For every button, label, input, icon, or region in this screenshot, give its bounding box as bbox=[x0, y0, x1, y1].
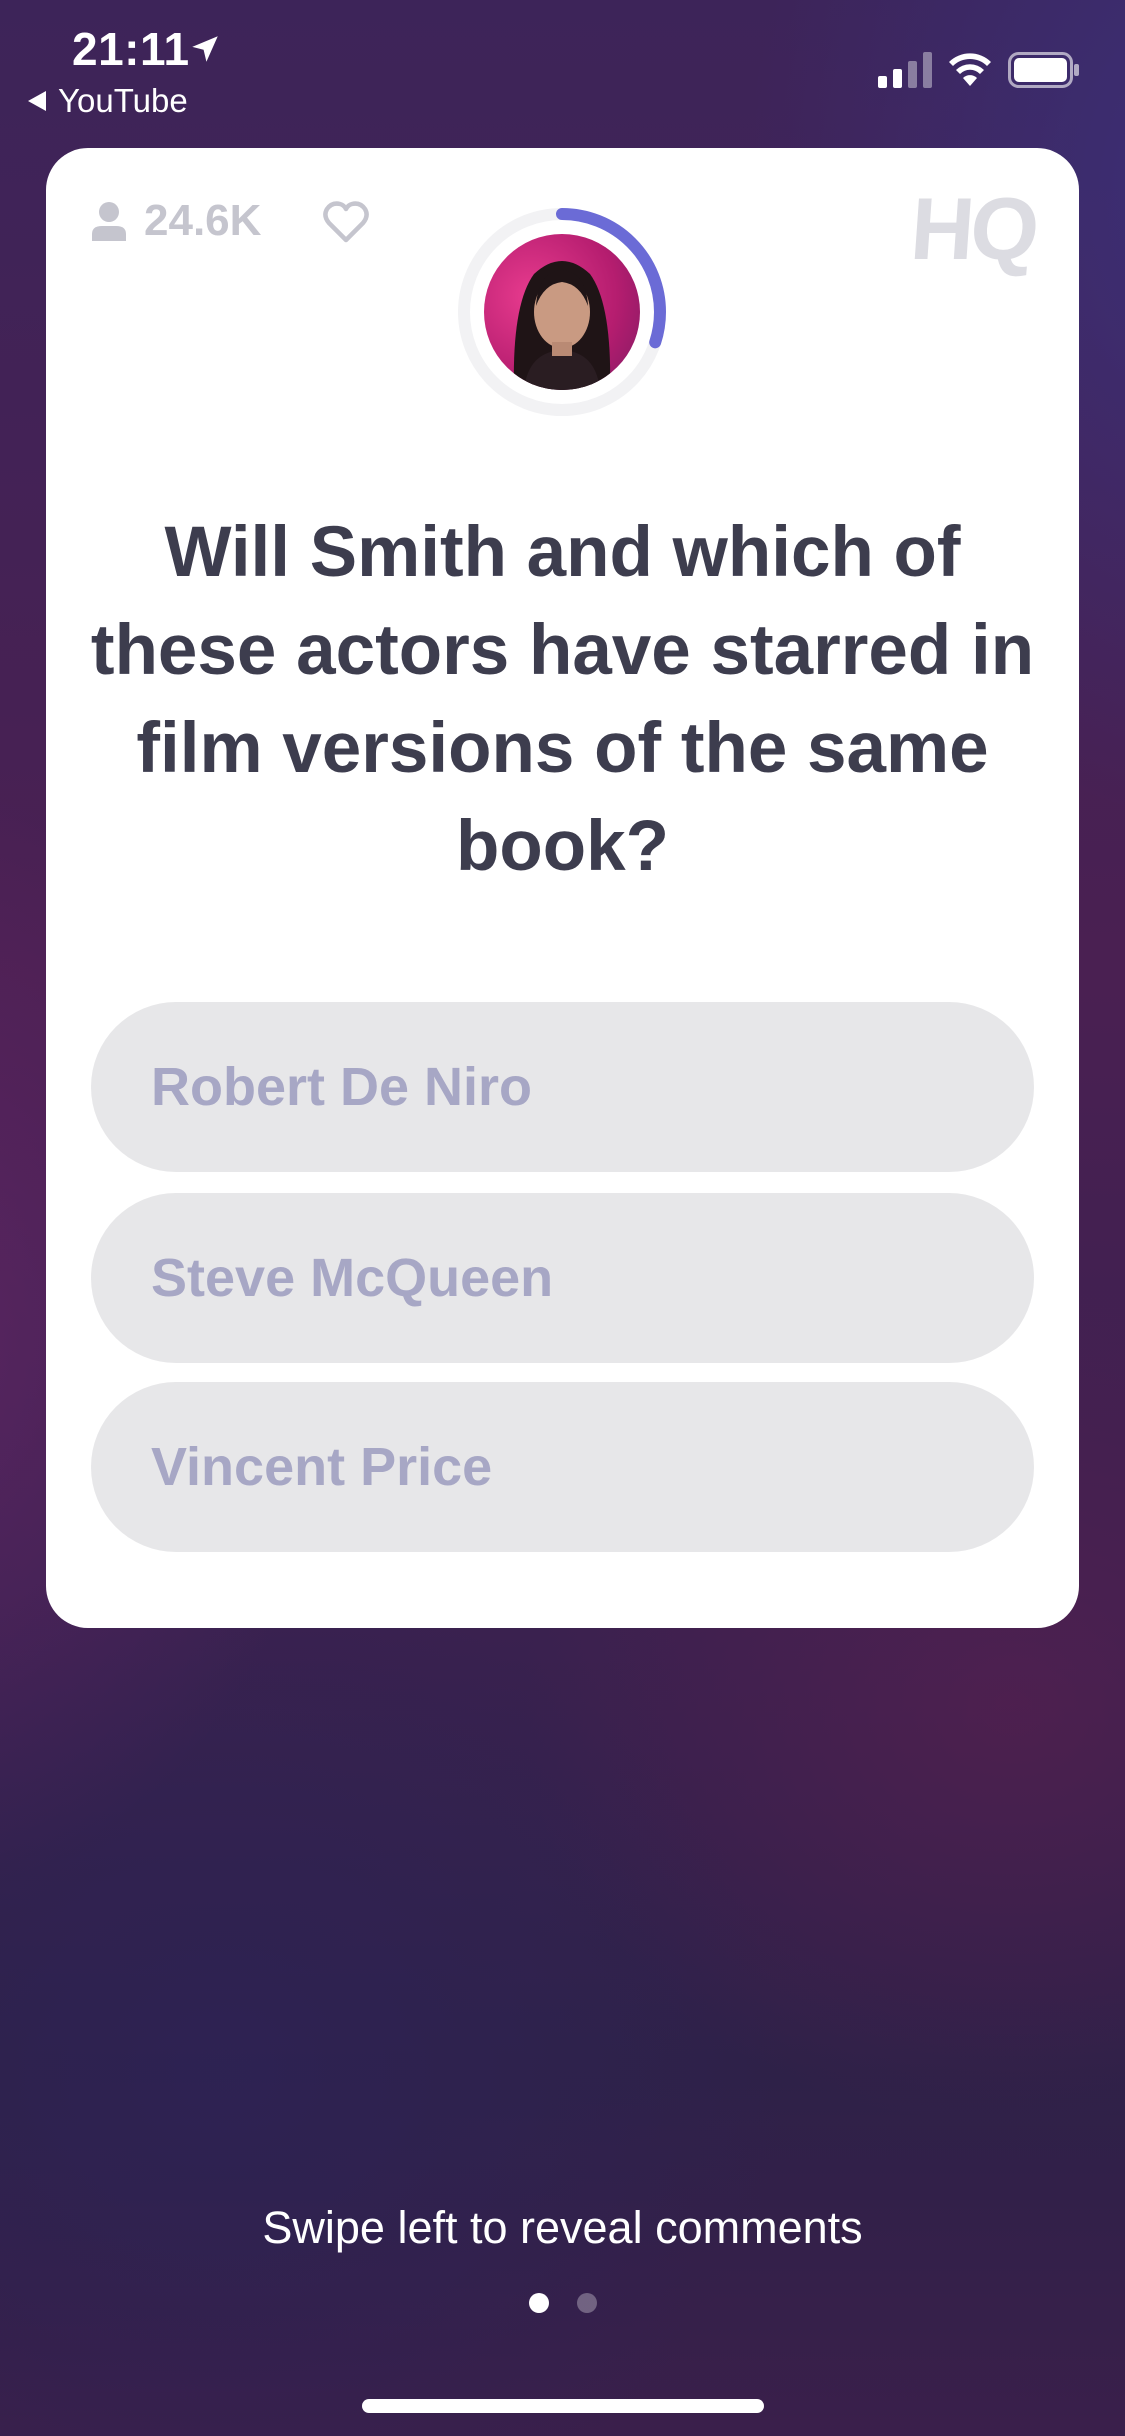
hq-logo: HQ bbox=[907, 179, 1039, 278]
answer-option-1[interactable]: Robert De Niro bbox=[91, 1002, 1034, 1172]
viewer-count: 24.6K bbox=[90, 196, 261, 246]
answer-label: Vincent Price bbox=[151, 1437, 493, 1497]
person-icon bbox=[92, 202, 126, 241]
host-avatar bbox=[484, 234, 640, 390]
back-arrow-icon bbox=[28, 91, 46, 111]
swipe-hint: Swipe left to reveal comments bbox=[262, 2202, 863, 2253]
battery-icon bbox=[1008, 52, 1079, 88]
viewer-count-label: 24.6K bbox=[144, 196, 262, 245]
cellular-signal-icon bbox=[878, 52, 932, 88]
answer-option-3[interactable]: Vincent Price bbox=[91, 1382, 1034, 1552]
answer-label: Robert De Niro bbox=[151, 1057, 533, 1117]
page-dot bbox=[576, 2293, 597, 2313]
page-indicator[interactable] bbox=[0, 2293, 1125, 2313]
question-card: 24.6K HQ Will Smith and which of these a… bbox=[46, 148, 1079, 1628]
answer-label: Steve McQueen bbox=[151, 1248, 554, 1308]
back-to-app-button[interactable]: YouTube bbox=[28, 82, 188, 120]
countdown-timer bbox=[454, 204, 670, 420]
wifi-icon bbox=[949, 53, 991, 86]
home-indicator[interactable] bbox=[362, 2399, 764, 2413]
back-app-label: YouTube bbox=[58, 82, 188, 119]
page-dot-active bbox=[528, 2293, 549, 2313]
host-portrait-icon bbox=[513, 261, 611, 390]
location-arrow-icon bbox=[192, 36, 218, 62]
heart-icon[interactable] bbox=[322, 200, 370, 244]
status-time: 21:11 bbox=[72, 23, 190, 75]
answer-option-2[interactable]: Steve McQueen bbox=[91, 1193, 1034, 1363]
question-text: Will Smith and which of these actors hav… bbox=[90, 513, 1035, 886]
